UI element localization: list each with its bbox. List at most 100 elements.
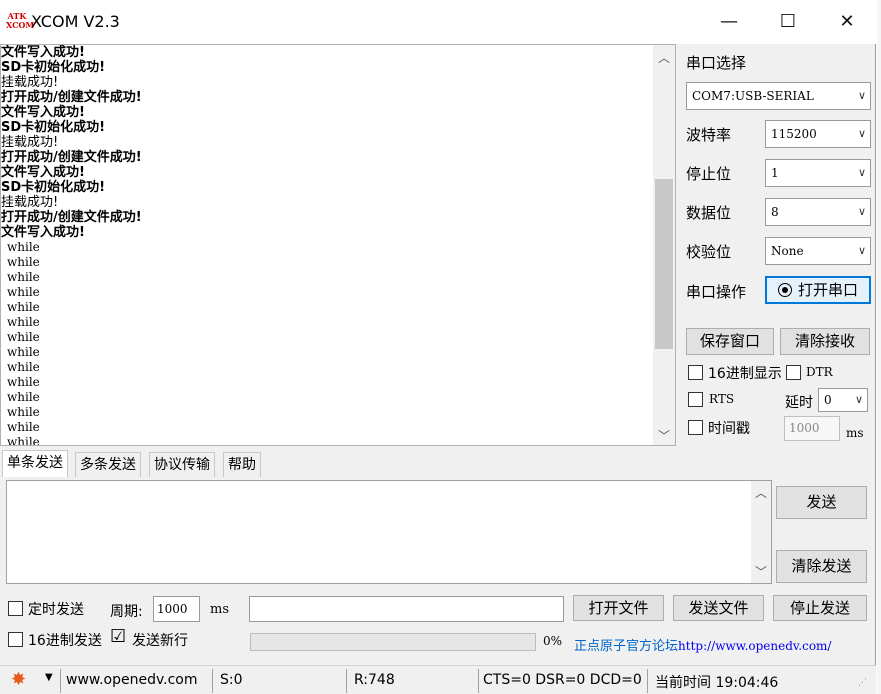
xcom-window: ATK XCOM XCOM V2.3 — ☐ ✕ 文件写入成功! SD卡初始化成功… [0, 0, 876, 694]
stop-send-button[interactable]: 停止发送 [773, 595, 867, 621]
chevron-down-icon: ∨ [854, 393, 863, 406]
chevron-down-icon: ∨ [857, 244, 866, 257]
scroll-up-icon[interactable]: ︿ [751, 484, 771, 502]
newline-label: 发送新行 [132, 633, 188, 649]
hex-send-checkbox[interactable] [8, 632, 23, 647]
stopbits-label: 停止位 [686, 165, 732, 183]
receive-line: while [7, 330, 40, 344]
dtr-label: DTR [806, 365, 833, 379]
chevron-down-icon: ∨ [857, 205, 866, 218]
tab-help[interactable]: 帮助 [223, 452, 261, 477]
delay-combo[interactable]: 0 ∨ [818, 388, 868, 412]
delay-label: 延时 [785, 395, 813, 411]
hex-display-checkbox[interactable] [688, 365, 703, 380]
tab-protocol[interactable]: 协议传输 [149, 452, 215, 477]
receive-line: while [7, 240, 40, 254]
forum-url: http://www.openedv.com/ [678, 639, 832, 653]
receive-line: 挂载成功! [1, 75, 59, 90]
timestamp-input[interactable]: 1000 [784, 416, 840, 441]
send-file-button[interactable]: 发送文件 [673, 595, 764, 621]
divider [60, 669, 61, 693]
timestamp-checkbox[interactable] [688, 420, 703, 435]
receive-line: while [7, 255, 40, 269]
clear-send-button[interactable]: 清除发送 [776, 550, 867, 583]
dtr-checkbox[interactable] [786, 365, 801, 380]
tab-single-send[interactable]: 单条发送 [2, 450, 68, 477]
minimize-button[interactable]: — [700, 0, 758, 44]
stopbits-combo[interactable]: 1 ∨ [765, 159, 871, 187]
databits-value: 8 [771, 205, 779, 219]
receive-scroll-thumb[interactable] [655, 179, 673, 349]
scroll-down-icon[interactable]: ﹀ [751, 563, 771, 581]
website-link[interactable]: www.openedv.com [66, 672, 198, 688]
baud-label: 波特率 [686, 126, 732, 144]
parity-combo[interactable]: None ∨ [765, 237, 871, 265]
tab-multi-send[interactable]: 多条发送 [75, 452, 141, 477]
timestamp-label: 时间戳 [708, 421, 750, 437]
clear-receive-button[interactable]: 清除接收 [780, 328, 870, 355]
forum-link[interactable]: 正点原子官方论坛http://www.openedv.com/ [574, 635, 831, 654]
send-button[interactable]: 发送 [776, 486, 867, 519]
port-value: COM7:USB-SERIAL [692, 89, 814, 103]
send-progress-bar [250, 633, 536, 651]
title-bar: ATK XCOM XCOM V2.3 — ☐ ✕ [0, 0, 876, 44]
receive-line: 文件写入成功! [1, 165, 85, 180]
send-text-area[interactable]: ︿ ﹀ [6, 480, 772, 584]
newline-checkbox[interactable]: ☑ [110, 628, 126, 646]
resize-grip-icon[interactable]: ⋰ [858, 678, 867, 688]
receive-text-area[interactable]: 文件写入成功! SD卡初始化成功! 挂载成功! 打开成功/创建文件成功! 文件写入成功!… [0, 44, 676, 446]
hex-send-label: 16进制发送 [28, 633, 102, 649]
chevron-down-icon: ∨ [857, 166, 866, 179]
logo-bottom-text: XCOM [6, 20, 35, 30]
receive-line: 文件写入成功! [1, 225, 85, 240]
modem-lines-status: CTS=0 DSR=0 DCD=0 [483, 672, 642, 688]
progress-percent: 0% [543, 634, 563, 648]
parity-value: None [771, 244, 804, 258]
radio-dot-icon [777, 283, 792, 297]
port-op-label: 串口操作 [686, 283, 747, 301]
period-input[interactable]: 1000 [153, 596, 200, 622]
port-select-combo[interactable]: COM7:USB-SERIAL ∨ [686, 82, 871, 110]
databits-label: 数据位 [686, 204, 732, 222]
status-bar: ✸ ▼ www.openedv.com S:0 R:748 CTS=0 DSR=… [0, 665, 876, 694]
receive-line: SD卡初始化成功! [1, 180, 106, 195]
maximize-button[interactable]: ☐ [759, 0, 817, 44]
receive-line: while [7, 360, 40, 374]
divider [346, 669, 347, 693]
parity-label: 校验位 [686, 243, 732, 261]
timed-send-checkbox[interactable] [8, 601, 23, 616]
send-file-path-input[interactable] [249, 596, 564, 622]
rts-checkbox[interactable] [688, 392, 703, 407]
receive-line: while [7, 270, 40, 284]
current-time: 当前时间 19:04:46 [655, 675, 779, 691]
background-window-edge [877, 0, 881, 694]
receive-line: 打开成功/创建文件成功! [1, 90, 142, 105]
save-window-button[interactable]: 保存窗口 [686, 328, 774, 355]
receive-line: 挂载成功! [1, 135, 59, 150]
receive-line: 文件写入成功! [1, 105, 85, 120]
timestamp-unit: ms [846, 426, 864, 440]
hex-display-label: 16进制显示 [708, 366, 782, 382]
period-unit: ms [210, 602, 229, 617]
scroll-up-icon[interactable]: ︿ [653, 49, 675, 67]
baud-combo[interactable]: 115200 ∨ [765, 120, 871, 148]
open-file-button[interactable]: 打开文件 [573, 595, 664, 621]
divider [212, 669, 213, 693]
open-port-button[interactable]: 打开串口 [765, 276, 871, 304]
receive-line: 挂载成功! [1, 195, 59, 210]
receive-line: while [7, 375, 40, 389]
databits-combo[interactable]: 8 ∨ [765, 198, 871, 226]
receive-line: while [7, 390, 40, 404]
gear-icon[interactable]: ✸ [11, 671, 26, 689]
scroll-down-icon[interactable]: ﹀ [653, 427, 675, 445]
close-button[interactable]: ✕ [818, 0, 876, 44]
dropdown-arrow-icon[interactable]: ▼ [45, 672, 53, 683]
send-scrollbar[interactable]: ︿ ﹀ [751, 481, 771, 583]
divider [647, 669, 648, 693]
receive-line: while [7, 405, 40, 419]
receive-line: while [7, 285, 40, 299]
receive-scrollbar[interactable]: ︿ ﹀ [653, 45, 675, 445]
port-select-label: 串口选择 [686, 54, 747, 72]
period-label: 周期: [110, 604, 143, 620]
chevron-down-icon: ∨ [857, 127, 866, 140]
